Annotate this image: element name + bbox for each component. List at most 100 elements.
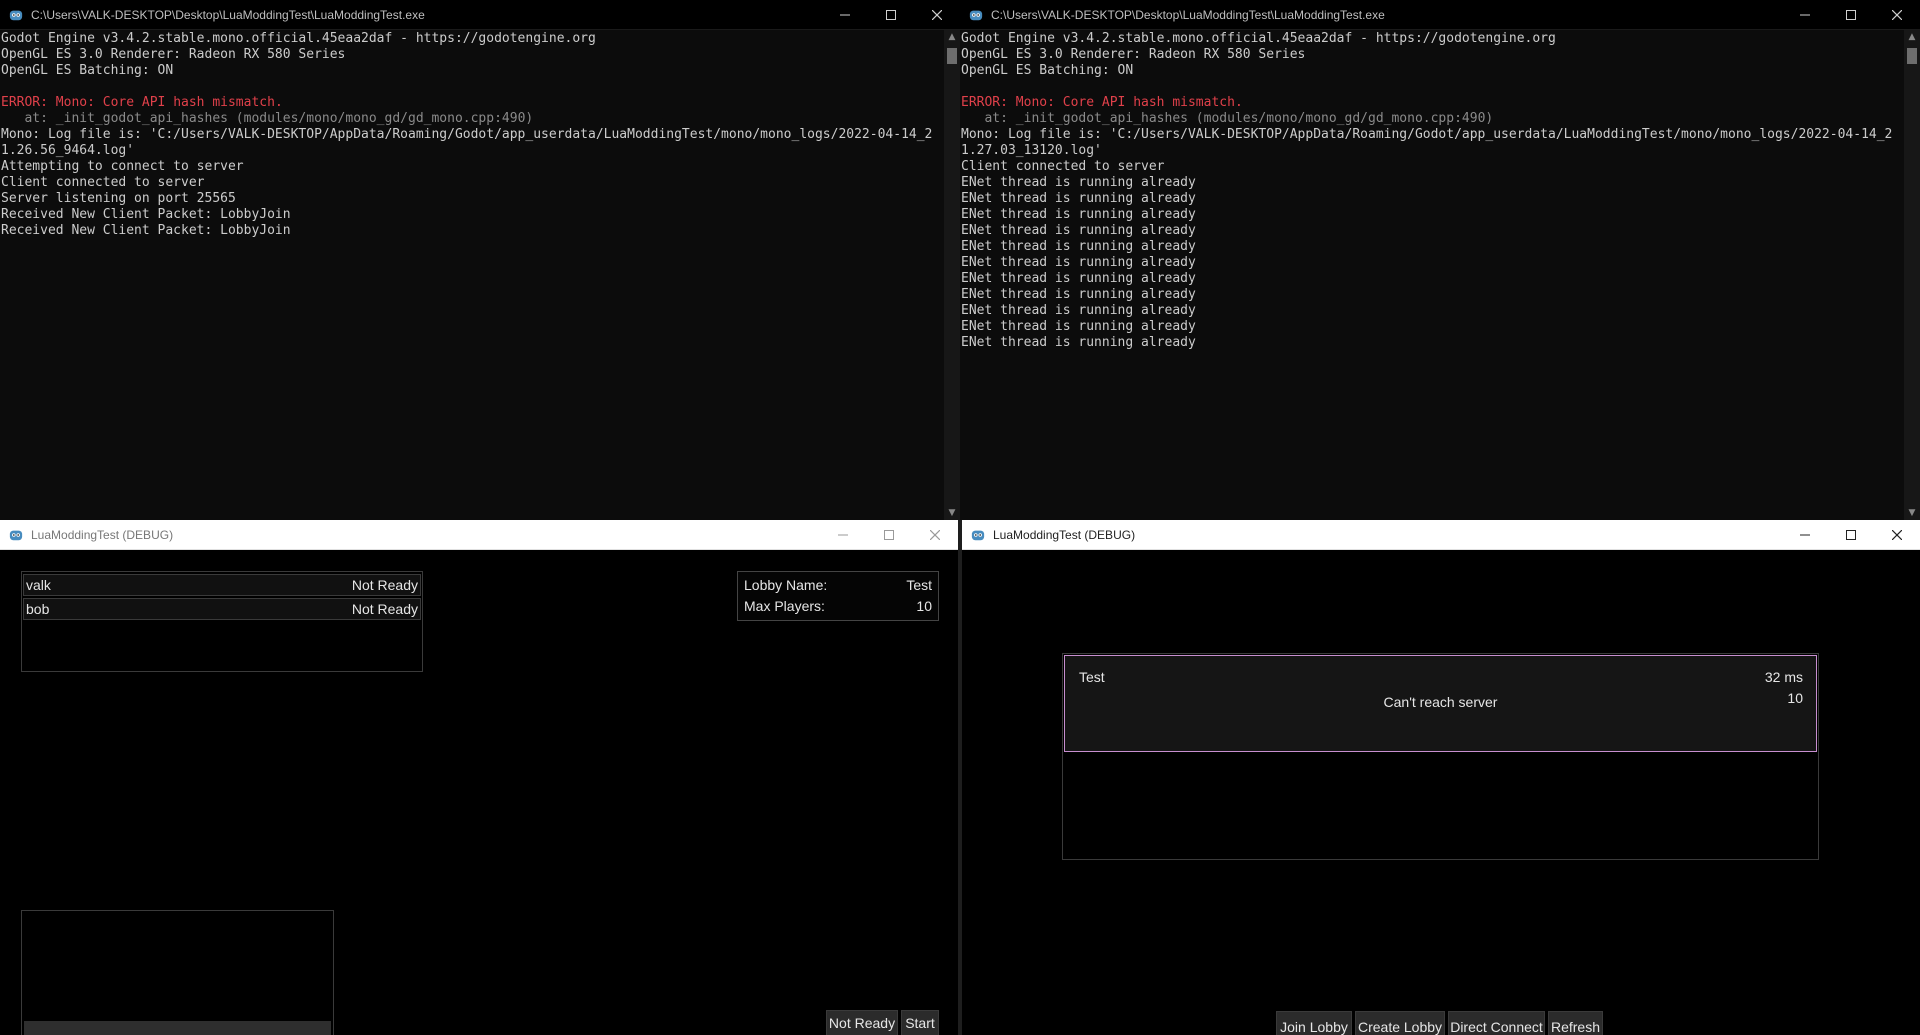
console-titlebar[interactable]: C:\Users\VALK-DESKTOP\Desktop\LuaModding… xyxy=(0,0,960,30)
console-line: Received New Client Packet: LobbyJoin xyxy=(1,207,943,223)
console-line: ENet thread is running already xyxy=(961,223,1903,239)
console-line: ERROR: Mono: Core API hash mismatch. xyxy=(1,95,943,111)
console-line: ENet thread is running already xyxy=(961,175,1903,191)
console-line: at: _init_godot_api_hashes (modules/mono… xyxy=(961,111,1903,127)
minimize-icon xyxy=(1800,534,1810,535)
lobby-screen: valk Not Ready bob Not Ready Lobby Name:… xyxy=(0,550,958,1035)
console-line: ENet thread is running already xyxy=(961,335,1903,351)
console-scrollbar[interactable]: ▲ ▼ xyxy=(944,30,960,520)
console-text: Server listening on port 25565 xyxy=(1,191,236,206)
scrollbar-thumb[interactable] xyxy=(1907,48,1917,64)
console-text: ENet thread is running already xyxy=(961,303,1196,318)
close-icon xyxy=(932,9,942,20)
maximize-button[interactable] xyxy=(866,520,912,550)
close-button[interactable] xyxy=(1874,0,1920,30)
console-line: OpenGL ES 3.0 Renderer: Radeon RX 580 Se… xyxy=(1,47,943,63)
console-scrollbar[interactable]: ▲ ▼ xyxy=(1904,30,1920,520)
console-titlebar[interactable]: C:\Users\VALK-DESKTOP\Desktop\LuaModding… xyxy=(960,0,1920,30)
maximize-button[interactable] xyxy=(1828,0,1874,30)
console-text: OpenGL ES Batching: ON xyxy=(1,63,174,78)
scroll-up-arrow-icon[interactable]: ▲ xyxy=(1904,30,1920,44)
console-line: OpenGL ES Batching: ON xyxy=(1,63,943,79)
close-button[interactable] xyxy=(1874,520,1920,550)
scroll-down-arrow-icon[interactable]: ▼ xyxy=(944,506,960,520)
scroll-down-arrow-icon[interactable]: ▼ xyxy=(1904,506,1920,520)
console-line: ENet thread is running already xyxy=(961,271,1903,287)
window-title: C:\Users\VALK-DESKTOP\Desktop\LuaModding… xyxy=(991,7,1385,22)
maximize-icon xyxy=(886,9,896,20)
console-error-message: Mono: Core API hash mismatch. xyxy=(1015,95,1243,110)
maximize-button[interactable] xyxy=(1828,520,1874,550)
console-line: Godot Engine v3.4.2.stable.mono.official… xyxy=(961,31,1903,47)
start-button[interactable]: Start xyxy=(901,1010,939,1035)
refresh-button[interactable]: Refresh xyxy=(1548,1011,1603,1035)
console-text: Godot Engine v3.4.2.stable.mono.official… xyxy=(961,31,1556,46)
console-text: Client connected to server xyxy=(1,175,205,190)
console-line: Godot Engine v3.4.2.stable.mono.official… xyxy=(1,31,943,47)
game-titlebar[interactable]: LuaModdingTest (DEBUG) xyxy=(962,520,1920,550)
lobby-entry-status: Can't reach server xyxy=(1383,694,1498,710)
console-line: ENet thread is running already xyxy=(961,319,1903,335)
max-players-value: 10 xyxy=(916,598,932,614)
game-titlebar[interactable]: LuaModdingTest (DEBUG) xyxy=(0,520,958,550)
console-trace: at: _init_godot_api_hashes (modules/mono… xyxy=(1,111,534,126)
close-icon xyxy=(1892,9,1902,20)
console-text: Attempting to connect to server xyxy=(1,159,244,174)
minimize-button[interactable] xyxy=(820,520,866,550)
godot-app-icon xyxy=(969,10,983,20)
lobby-entry-name: Test xyxy=(1079,669,1105,685)
console-line: at: _init_godot_api_hashes (modules/mono… xyxy=(1,111,943,127)
console-window-right: C:\Users\VALK-DESKTOP\Desktop\LuaModding… xyxy=(960,0,1920,520)
console-line: ERROR: Mono: Core API hash mismatch. xyxy=(961,95,1903,111)
scroll-up-arrow-icon[interactable]: ▲ xyxy=(944,30,960,44)
console-line: Mono: Log file is: 'C:/Users/VALK-DESKTO… xyxy=(961,127,1903,159)
console-line: ENet thread is running already xyxy=(961,255,1903,271)
player-row[interactable]: bob Not Ready xyxy=(23,598,421,620)
console-error-prefix: ERROR: xyxy=(961,95,1016,110)
player-status: Not Ready xyxy=(351,577,418,593)
lobby-browser-screen: Test 32 ms Can't reach server 10 Join Lo… xyxy=(962,550,1920,1035)
minimize-button[interactable] xyxy=(1782,0,1828,30)
minimize-button[interactable] xyxy=(822,0,868,30)
join-lobby-button[interactable]: Join Lobby xyxy=(1276,1011,1352,1035)
godot-app-icon xyxy=(9,530,23,540)
console-text: OpenGL ES 3.0 Renderer: Radeon RX 580 Se… xyxy=(961,47,1306,62)
lobby-name-label: Lobby Name: xyxy=(744,577,828,593)
player-row[interactable]: valk Not Ready xyxy=(23,574,421,596)
lobby-list-item[interactable]: Test 32 ms Can't reach server 10 xyxy=(1064,655,1817,752)
console-line: ENet thread is running already xyxy=(961,303,1903,319)
max-players-label: Max Players: xyxy=(744,598,825,614)
console-text: OpenGL ES 3.0 Renderer: Radeon RX 580 Se… xyxy=(1,47,346,62)
console-text: ENet thread is running already xyxy=(961,191,1196,206)
player-status: Not Ready xyxy=(351,601,418,617)
direct-connect-button[interactable]: Direct Connect xyxy=(1448,1011,1545,1035)
godot-app-icon xyxy=(9,10,23,20)
maximize-icon xyxy=(1846,529,1856,540)
console-text: ENet thread is running already xyxy=(961,255,1196,270)
chat-log[interactable] xyxy=(22,911,333,1019)
console-text: ENet thread is running already xyxy=(961,335,1196,350)
console-text: ENet thread is running already xyxy=(961,175,1196,190)
window-title: LuaModdingTest (DEBUG) xyxy=(31,527,174,542)
minimize-icon xyxy=(840,14,850,15)
console-line: Server listening on port 25565 xyxy=(1,191,943,207)
close-button[interactable] xyxy=(912,520,958,550)
minimize-button[interactable] xyxy=(1782,520,1828,550)
create-lobby-button[interactable]: Create Lobby xyxy=(1355,1011,1445,1035)
console-output[interactable]: Godot Engine v3.4.2.stable.mono.official… xyxy=(0,30,944,520)
console-text: ENet thread is running already xyxy=(961,319,1196,334)
scrollbar-thumb[interactable] xyxy=(947,48,957,64)
close-button[interactable] xyxy=(914,0,960,30)
lobby-game-window: LuaModdingTest (DEBUG) valk Not Ready bo… xyxy=(0,520,958,1035)
console-output[interactable]: Godot Engine v3.4.2.stable.mono.official… xyxy=(960,30,1904,520)
browser-game-window: LuaModdingTest (DEBUG) Test 32 ms Can't … xyxy=(962,520,1920,1035)
lobby-name-value: Test xyxy=(906,577,932,593)
chat-panel xyxy=(21,910,334,1035)
chat-input[interactable] xyxy=(24,1021,331,1035)
maximize-button[interactable] xyxy=(868,0,914,30)
player-list: valk Not Ready bob Not Ready xyxy=(21,571,423,672)
lobby-entry-ping: 32 ms xyxy=(1764,669,1803,685)
console-line: OpenGL ES Batching: ON xyxy=(961,63,1903,79)
player-name: bob xyxy=(26,601,50,617)
ready-toggle-button[interactable]: Not Ready xyxy=(826,1010,898,1035)
